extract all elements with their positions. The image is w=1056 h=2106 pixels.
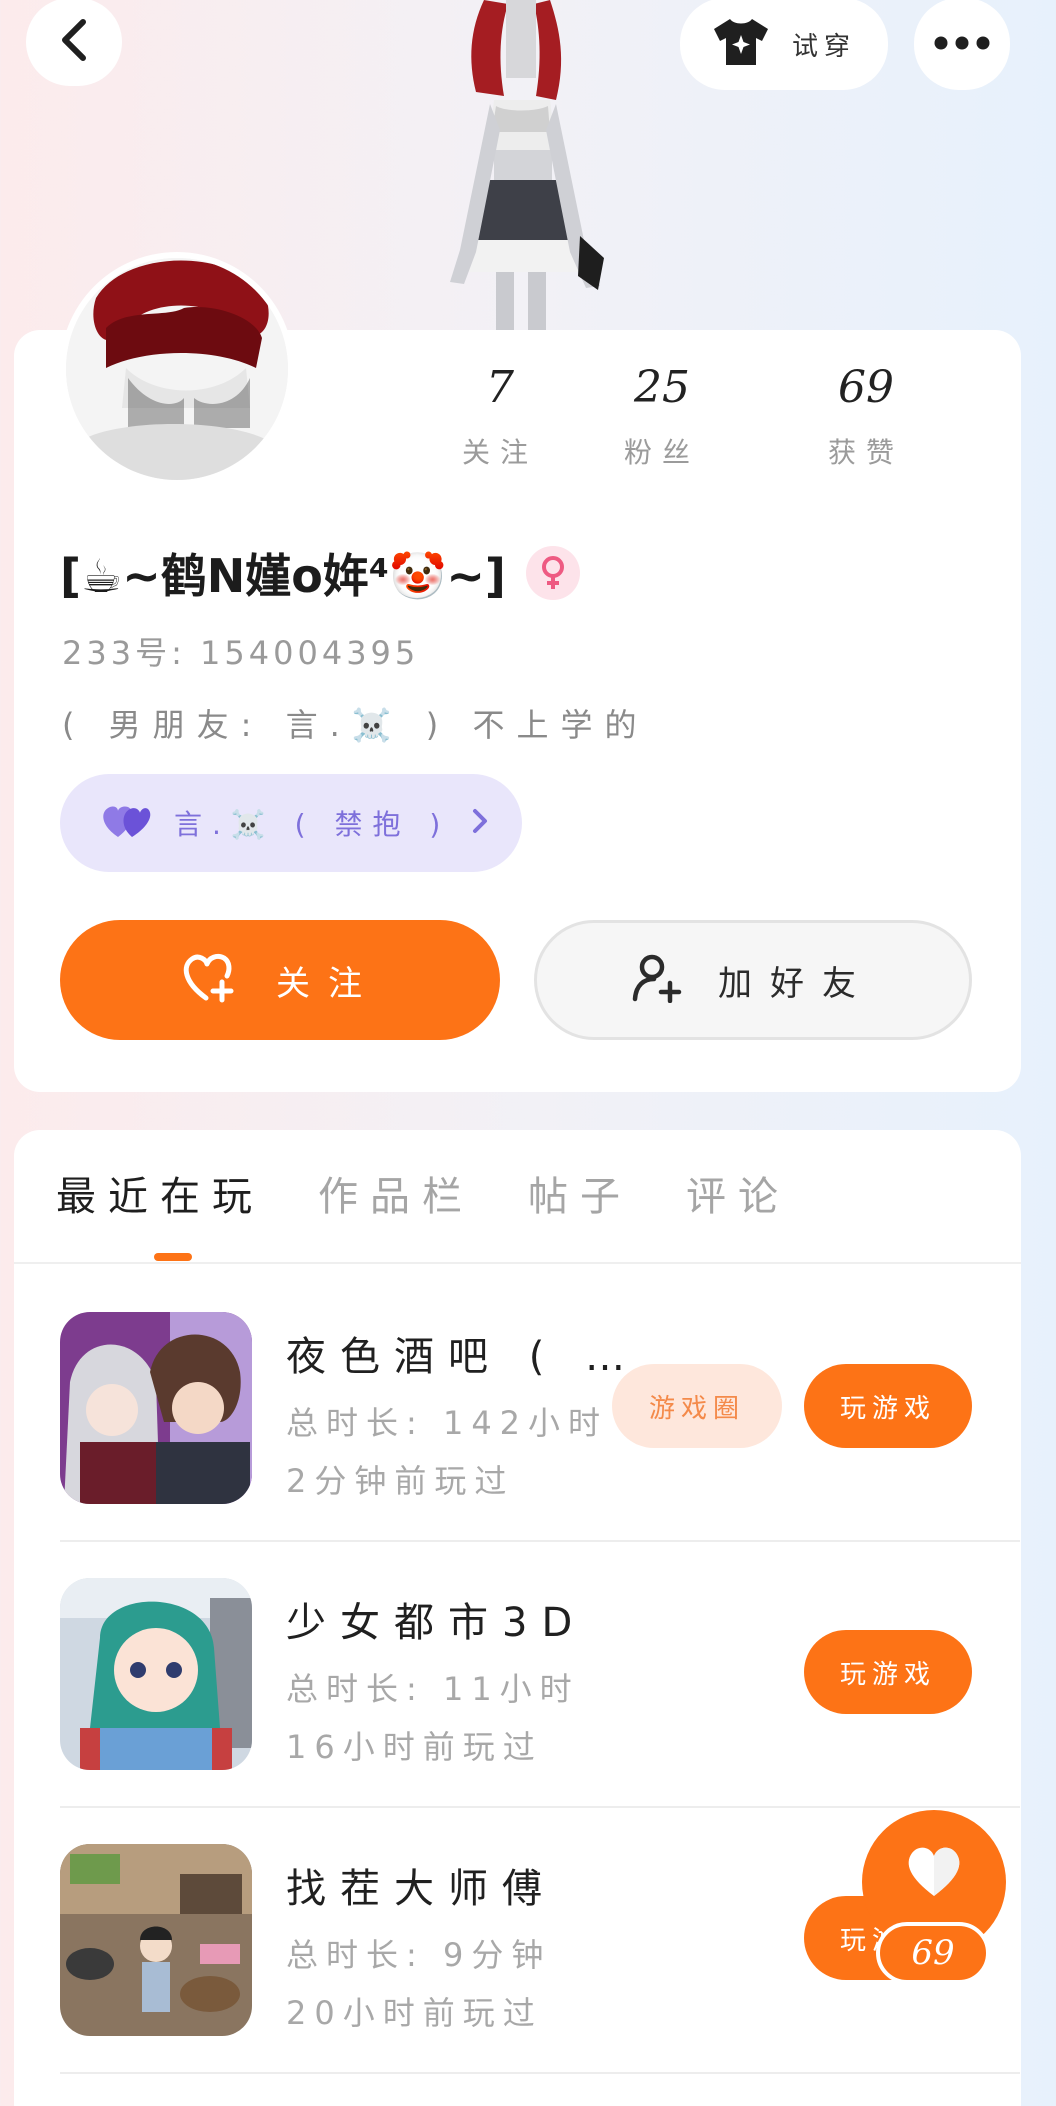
back-button[interactable] xyxy=(26,0,122,86)
play-game-button[interactable]: 玩游戏 xyxy=(804,1630,972,1714)
game-last-played: 16小时前玩过 xyxy=(286,1728,543,1766)
tabs-divider xyxy=(14,1262,1021,1264)
row-divider xyxy=(60,2072,1020,2074)
add-user-icon xyxy=(632,953,682,1007)
like-count-badge: 69 xyxy=(876,1922,990,1984)
more-options-button[interactable] xyxy=(914,0,1010,90)
game-icon-girl-city[interactable] xyxy=(60,1578,252,1770)
likes-count: 69 xyxy=(838,362,894,413)
row-divider xyxy=(60,1806,1020,1808)
chevron-right-icon xyxy=(472,808,488,838)
play-game-button[interactable]: 玩游戏 xyxy=(804,1364,972,1448)
avatar-character-figure xyxy=(410,0,630,332)
shirt-icon xyxy=(712,17,770,71)
heart-plus-icon xyxy=(180,952,236,1008)
tab-works[interactable]: 作品栏 xyxy=(318,1164,474,1222)
list-item[interactable]: 少女都市3D 总时长: 11小时 16小时前玩过 玩游戏 xyxy=(60,1578,1020,1770)
fans-label: 粉丝 xyxy=(623,436,700,469)
game-last-played: 20小时前玩过 xyxy=(286,1994,543,2032)
couple-hearts-icon xyxy=(102,803,152,843)
nickname: [☕~鹤N嫤o姩⁴🤡~] xyxy=(60,549,506,603)
follow-button[interactable]: 关注 xyxy=(60,920,500,1040)
game-duration: 总时长: 142小时 xyxy=(286,1404,609,1442)
add-friend-button[interactable]: 加好友 xyxy=(534,920,972,1040)
fans-count: 25 xyxy=(634,362,690,413)
game-title: 少女都市3D xyxy=(286,1600,587,1646)
game-icon-find-difference[interactable] xyxy=(60,1844,252,2036)
game-title: 找茬大师傅 xyxy=(286,1866,556,1912)
stat-fans[interactable]: 25 粉丝 xyxy=(560,362,764,471)
nickname-row: [☕~鹤N嫤o姩⁴🤡~] xyxy=(60,540,580,606)
bio: ( 男朋友: 言.☠️ ) 不上学的 xyxy=(62,706,649,744)
profile-stats: 7 关注 25 粉丝 69 获赞 xyxy=(440,362,1000,471)
more-dots-icon xyxy=(934,35,990,54)
game-last-played: 2分钟前玩过 xyxy=(286,1462,515,1500)
try-on-label: 试穿 xyxy=(791,31,856,62)
game-duration: 总时长: 11小时 xyxy=(286,1670,580,1708)
game-duration: 总时长: 9分钟 xyxy=(286,1936,552,1974)
likes-label: 获赞 xyxy=(827,436,904,469)
avatar[interactable] xyxy=(60,252,294,486)
follow-label: 关注 xyxy=(276,963,380,1004)
tab-comments[interactable]: 评论 xyxy=(686,1164,790,1222)
heart-icon xyxy=(904,1844,964,1902)
add-friend-label: 加好友 xyxy=(718,963,874,1004)
following-label: 关注 xyxy=(461,436,538,469)
cp-relation-pill[interactable]: 言.☠️ ( 禁抱 ) xyxy=(60,774,522,872)
tab-recent-played[interactable]: 最近在玩 xyxy=(56,1164,264,1222)
following-count: 7 xyxy=(486,362,514,413)
user-id: 233号: 154004395 xyxy=(62,634,420,672)
tab-posts[interactable]: 帖子 xyxy=(528,1164,632,1222)
game-title: 夜色酒吧 ( … xyxy=(286,1334,640,1380)
female-gender-icon xyxy=(525,546,580,600)
cp-partner-label: 言.☠️ ( 禁抱 ) xyxy=(174,808,451,841)
profile-tabs: 最近在玩 作品栏 帖子 评论 xyxy=(56,1164,844,1222)
chevron-left-icon xyxy=(59,18,89,66)
stat-following[interactable]: 7 关注 xyxy=(440,362,560,471)
active-tab-indicator xyxy=(154,1253,192,1261)
game-circle-button[interactable]: 游戏圈 xyxy=(612,1364,782,1448)
game-icon-night-bar[interactable] xyxy=(60,1312,252,1504)
list-item[interactable]: 夜色酒吧 ( … 总时长: 142小时 2分钟前玩过 游戏圈 玩游戏 xyxy=(60,1312,1020,1504)
stat-likes[interactable]: 69 获赞 xyxy=(764,362,968,471)
try-on-button[interactable]: 试穿 xyxy=(680,0,888,90)
row-divider xyxy=(60,1540,1020,1542)
